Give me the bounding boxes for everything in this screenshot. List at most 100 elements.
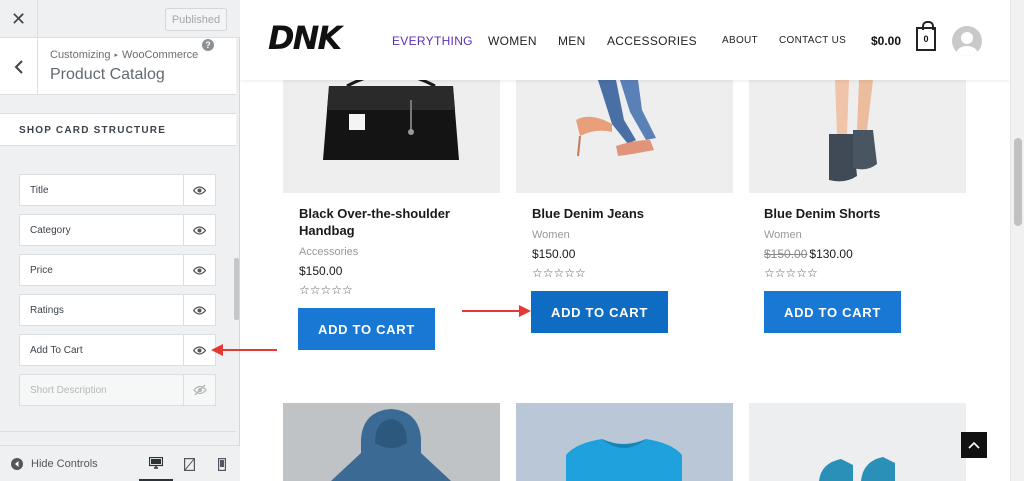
scroll-to-top-button[interactable] bbox=[961, 432, 987, 458]
visibility-toggle[interactable] bbox=[183, 175, 215, 205]
structure-item-label: Title bbox=[30, 185, 49, 196]
shop-card-structure-heading: SHOP CARD STRUCTURE bbox=[0, 113, 236, 146]
panel-scrollbar[interactable] bbox=[234, 258, 239, 320]
site-logo[interactable]: DNK bbox=[268, 22, 342, 54]
close-customizer-button[interactable]: ✕ bbox=[0, 0, 38, 38]
structure-item-label: Category bbox=[30, 225, 71, 236]
device-desktop-button[interactable] bbox=[139, 446, 173, 481]
product-price-current: $150.00 bbox=[532, 247, 576, 261]
shoes-image bbox=[819, 457, 895, 481]
hoodie-image bbox=[331, 409, 451, 481]
cart-count: 0 bbox=[923, 34, 929, 44]
visibility-toggle[interactable] bbox=[183, 375, 215, 405]
jeans-image bbox=[576, 80, 656, 157]
arrowhead-left-icon bbox=[211, 344, 223, 356]
visibility-toggle[interactable] bbox=[183, 215, 215, 245]
product-image-shoes[interactable] bbox=[749, 403, 966, 481]
help-icon[interactable]: ? bbox=[202, 39, 214, 51]
breadcrumb-root: Customizing bbox=[50, 49, 111, 61]
structure-item-label: Ratings bbox=[30, 305, 64, 316]
product-price: $150.00 $130.00 bbox=[764, 247, 853, 261]
structure-item-label: Add To Cart bbox=[30, 345, 83, 356]
product-category[interactable]: Women bbox=[532, 229, 570, 241]
add-to-cart-button[interactable]: ADD TO CART bbox=[531, 291, 668, 333]
scrollbar-thumb[interactable] bbox=[1014, 138, 1022, 226]
product-image-shorts[interactable] bbox=[749, 80, 966, 193]
eye-icon bbox=[193, 225, 206, 235]
visibility-toggle[interactable] bbox=[183, 255, 215, 285]
group-title: SHOP CARD STRUCTURE bbox=[19, 125, 167, 136]
cart-total[interactable]: $0.00 bbox=[871, 34, 901, 48]
nav-item-men[interactable]: MEN bbox=[558, 34, 586, 48]
product-price-current: $130.00 bbox=[809, 247, 853, 261]
published-button[interactable]: Published bbox=[165, 8, 227, 31]
collapse-icon bbox=[11, 458, 23, 470]
product-price: $150.00 bbox=[299, 264, 342, 278]
product-image-handbag[interactable] bbox=[283, 80, 500, 193]
customizer-panel: ✕ Published Customizing ▸ WooCommerce ? Pr… bbox=[0, 0, 240, 481]
device-tablet-button[interactable] bbox=[172, 446, 206, 481]
tshirt-image bbox=[566, 439, 682, 481]
product-image-jeans[interactable] bbox=[516, 80, 733, 193]
nav-item-contact-us[interactable]: CONTACT US bbox=[779, 35, 846, 46]
breadcrumb-parent: WooCommerce bbox=[122, 49, 199, 61]
breadcrumb: Customizing ▸ WooCommerce bbox=[50, 49, 198, 61]
structure-item-price[interactable]: Price bbox=[19, 254, 216, 286]
product-image-tshirt[interactable] bbox=[516, 403, 733, 481]
product-rating: ☆☆☆☆☆ bbox=[764, 266, 818, 280]
structure-item-label: Price bbox=[30, 265, 53, 276]
nav-item-everything[interactable]: EVERYTHING bbox=[392, 34, 473, 48]
eye-icon bbox=[193, 305, 206, 315]
site-header: DNK EVERYTHING WOMEN MEN ACCESSORIES ABO… bbox=[240, 0, 1010, 80]
product-price-old: $150.00 bbox=[764, 247, 808, 261]
nav-item-accessories[interactable]: ACCESSORIES bbox=[607, 34, 697, 48]
eye-hidden-icon bbox=[192, 384, 207, 396]
tablet-icon bbox=[183, 457, 195, 471]
cart-bag-icon[interactable]: 0 bbox=[916, 21, 936, 51]
annotation-arrow-right bbox=[462, 305, 531, 317]
close-icon: ✕ bbox=[10, 8, 27, 29]
add-to-cart-button[interactable]: ADD TO CART bbox=[764, 291, 901, 333]
visibility-toggle[interactable] bbox=[183, 295, 215, 325]
product-category[interactable]: Accessories bbox=[299, 246, 358, 258]
arrowhead-right-icon bbox=[519, 305, 531, 317]
chevron-up-icon bbox=[968, 441, 980, 449]
desktop-icon bbox=[149, 456, 163, 469]
shorts-image bbox=[829, 80, 877, 182]
hide-controls-button[interactable]: Hide Controls bbox=[11, 458, 98, 470]
customizer-topbar: ✕ Published bbox=[0, 0, 240, 38]
section-title: Product Catalog bbox=[50, 66, 165, 83]
eye-icon bbox=[193, 185, 206, 195]
structure-item-label: Short Description bbox=[30, 385, 107, 396]
avatar[interactable] bbox=[952, 26, 982, 56]
product-price-current: $150.00 bbox=[299, 264, 343, 278]
nav-item-about[interactable]: ABOUT bbox=[722, 35, 758, 46]
product-image-hoodie[interactable] bbox=[283, 403, 500, 481]
product-title[interactable]: Blue Denim Jeans bbox=[532, 205, 702, 222]
mobile-icon bbox=[218, 457, 226, 471]
section-header: Customizing ▸ WooCommerce ? Product Catalo… bbox=[0, 38, 236, 95]
hide-controls-label: Hide Controls bbox=[31, 458, 98, 470]
add-to-cart-button[interactable]: ADD TO CART bbox=[298, 308, 435, 350]
structure-item-category[interactable]: Category bbox=[19, 214, 216, 246]
structure-item-title[interactable]: Title bbox=[19, 174, 216, 206]
back-button[interactable] bbox=[0, 38, 38, 95]
structure-item-ratings[interactable]: Ratings bbox=[19, 294, 216, 326]
nav-item-women[interactable]: WOMEN bbox=[488, 34, 537, 48]
customizer-footer: Hide Controls bbox=[0, 445, 240, 481]
product-category[interactable]: Women bbox=[764, 229, 802, 241]
structure-item-add-to-cart[interactable]: Add To Cart bbox=[19, 334, 216, 366]
site-page: Black Over-the-shoulder Handbag Accessor… bbox=[240, 0, 1010, 481]
product-rating: ☆☆☆☆☆ bbox=[299, 283, 353, 297]
eye-icon bbox=[193, 265, 206, 275]
product-title[interactable]: Black Over-the-shoulder Handbag bbox=[299, 205, 459, 239]
device-mobile-button[interactable] bbox=[205, 446, 239, 481]
annotation-arrow-left bbox=[211, 344, 277, 356]
product-title[interactable]: Blue Denim Shorts bbox=[764, 205, 934, 222]
preview-scrollbar[interactable] bbox=[1010, 0, 1024, 481]
customizer-app: ✕ Published Customizing ▸ WooCommerce ? Pr… bbox=[0, 0, 1024, 481]
panel-divider bbox=[0, 431, 236, 445]
product-price: $150.00 bbox=[532, 247, 575, 261]
structure-item-short-description[interactable]: Short Description bbox=[19, 374, 216, 406]
product-rating: ☆☆☆☆☆ bbox=[532, 266, 586, 280]
